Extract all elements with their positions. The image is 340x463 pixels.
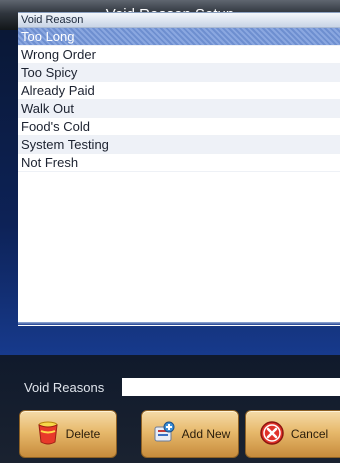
- delete-button-label: Delete: [65, 427, 101, 441]
- list-item[interactable]: Walk Out: [18, 100, 340, 118]
- list-item[interactable]: Wrong Order: [18, 46, 340, 64]
- list-header: Void Reason: [18, 13, 340, 28]
- cancel-icon: [259, 420, 285, 449]
- list-bottom-edge: [18, 322, 340, 325]
- cancel-button[interactable]: Cancel: [245, 410, 340, 458]
- list-item[interactable]: Too Long: [18, 28, 340, 46]
- add-icon: [150, 420, 176, 449]
- void-reasons-input[interactable]: [122, 378, 340, 396]
- list-item[interactable]: Food's Cold: [18, 118, 340, 136]
- list-item[interactable]: Already Paid: [18, 82, 340, 100]
- list-item[interactable]: Too Spicy: [18, 64, 340, 82]
- add-new-button-label: Add New: [181, 427, 231, 441]
- void-reasons-label: Void Reasons: [24, 380, 105, 395]
- add-new-button[interactable]: Add New: [141, 410, 239, 458]
- list-item[interactable]: System Testing: [18, 136, 340, 154]
- void-reason-list[interactable]: Void Reason Too Long Wrong Order Too Spi…: [18, 12, 340, 326]
- delete-button[interactable]: Delete: [19, 410, 117, 458]
- list-item[interactable]: Not Fresh: [18, 154, 340, 172]
- cancel-button-label: Cancel: [290, 427, 329, 441]
- bucket-icon: [36, 420, 60, 449]
